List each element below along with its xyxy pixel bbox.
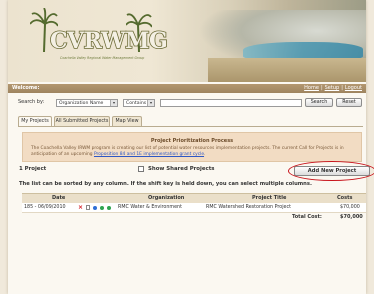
- cell-organization: RMC Water & Environment: [118, 205, 182, 210]
- search-by-label: Search by:: [18, 99, 45, 105]
- search-operator-select[interactable]: Contains ▾: [123, 99, 155, 107]
- total-value: $70,000: [340, 214, 363, 220]
- status-green-icon[interactable]: [107, 205, 111, 210]
- total-row: Total Cost: $70,000: [22, 213, 366, 222]
- search-field-select[interactable]: Organization Name ▾: [56, 99, 118, 107]
- page-frame: CVRWMG Coachella Valley Regional Water M…: [8, 0, 374, 294]
- tab-all-submitted-projects[interactable]: All Submitted Projects: [54, 116, 110, 126]
- project-count: 1 Project: [19, 166, 47, 172]
- search-operator-value: Contains: [126, 101, 147, 106]
- setup-link[interactable]: Setup: [325, 85, 340, 91]
- cell-project-title[interactable]: RMC Watershed Restoration Project: [206, 203, 291, 212]
- account-links: Home | Setup | Logout: [304, 85, 362, 91]
- welcome-label: Welcome:: [12, 85, 40, 91]
- show-shared-checkbox[interactable]: [138, 166, 144, 172]
- search-input[interactable]: [160, 99, 302, 107]
- grant-cycle-link[interactable]: Proposition 84 and 1E implementation gra…: [94, 152, 204, 157]
- info-text: The Coachella Valley IRWM program is cre…: [31, 146, 344, 157]
- status-green-icon[interactable]: [100, 205, 104, 210]
- sort-instructions: The list can be sorted by any column. If…: [19, 181, 312, 187]
- search-button[interactable]: Search: [305, 98, 333, 107]
- info-panel: Project Prioritization Process The Coach…: [22, 132, 362, 162]
- tab-divider: [18, 126, 363, 127]
- tab-bar: My Projects All Submitted Projects Map V…: [18, 116, 363, 127]
- column-header-organization[interactable]: Organization: [148, 194, 184, 203]
- cell-date: 185 - 06/09/2010: [24, 205, 66, 210]
- tab-map-view[interactable]: Map View: [112, 116, 142, 126]
- document-icon[interactable]: [86, 205, 90, 210]
- status-blue-icon[interactable]: [93, 205, 97, 210]
- banner-shore-image: [208, 58, 366, 82]
- logo-wordmark: CVRWMG: [49, 27, 168, 55]
- site-logo[interactable]: CVRWMG Coachella Valley Regional Water M…: [30, 8, 169, 76]
- chevron-down-icon: ▾: [110, 100, 117, 106]
- logo-subtitle: Coachella Valley Regional Water Manageme…: [60, 56, 145, 60]
- highlight-annotation: [288, 161, 374, 181]
- cell-cost: $70,000: [340, 205, 360, 210]
- search-row: Search by: Organization Name ▾ Contains …: [18, 98, 363, 108]
- column-header-date[interactable]: Date: [52, 194, 65, 203]
- total-label: Total Cost:: [292, 214, 322, 220]
- table-row[interactable]: 185 - 06/09/2010 × RMC Water & Environme…: [22, 203, 366, 213]
- info-title: Project Prioritization Process: [150, 138, 234, 144]
- column-header-costs[interactable]: Costs: [337, 194, 352, 203]
- column-header-project-title[interactable]: Project Title: [252, 194, 286, 203]
- show-shared-label: Show Shared Projects: [148, 166, 215, 172]
- chevron-down-icon: ▾: [147, 100, 154, 106]
- header-banner: CVRWMG Coachella Valley Regional Water M…: [8, 0, 366, 82]
- logout-link[interactable]: Logout: [345, 85, 362, 91]
- delete-icon[interactable]: ×: [78, 203, 83, 212]
- home-link[interactable]: Home: [304, 85, 319, 91]
- search-field-value: Organization Name: [59, 101, 104, 106]
- reset-button[interactable]: Reset: [336, 98, 362, 107]
- welcome-bar: Welcome: Home | Setup | Logout: [8, 84, 366, 93]
